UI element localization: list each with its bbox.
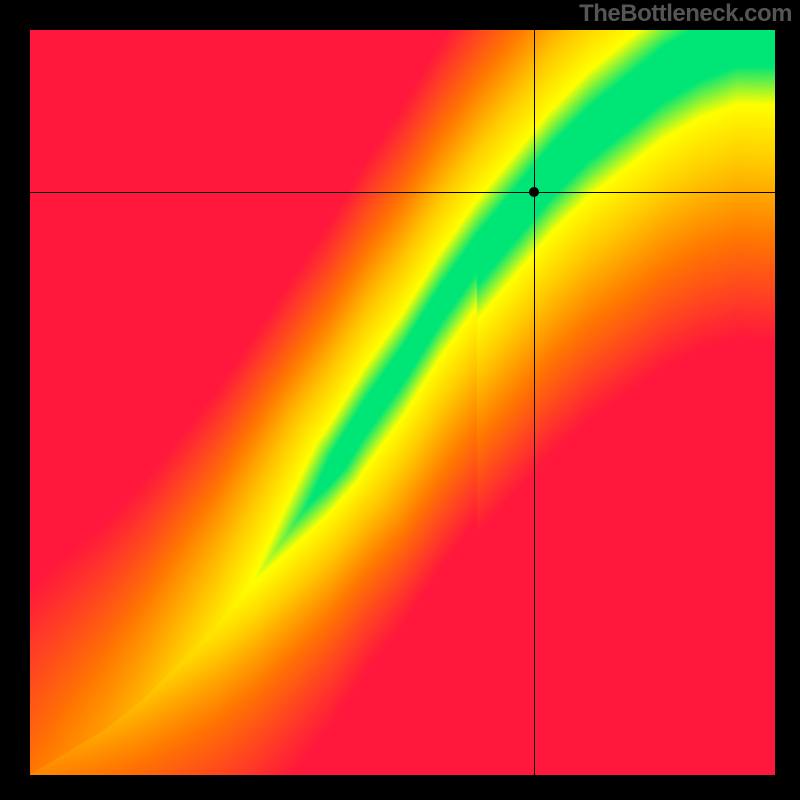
marker-dot xyxy=(529,187,539,197)
heatmap-canvas xyxy=(30,30,775,775)
crosshair-horizontal xyxy=(30,192,775,193)
heatmap-plot xyxy=(30,30,775,775)
crosshair-vertical xyxy=(534,30,535,775)
attribution-text: TheBottleneck.com xyxy=(579,0,792,28)
